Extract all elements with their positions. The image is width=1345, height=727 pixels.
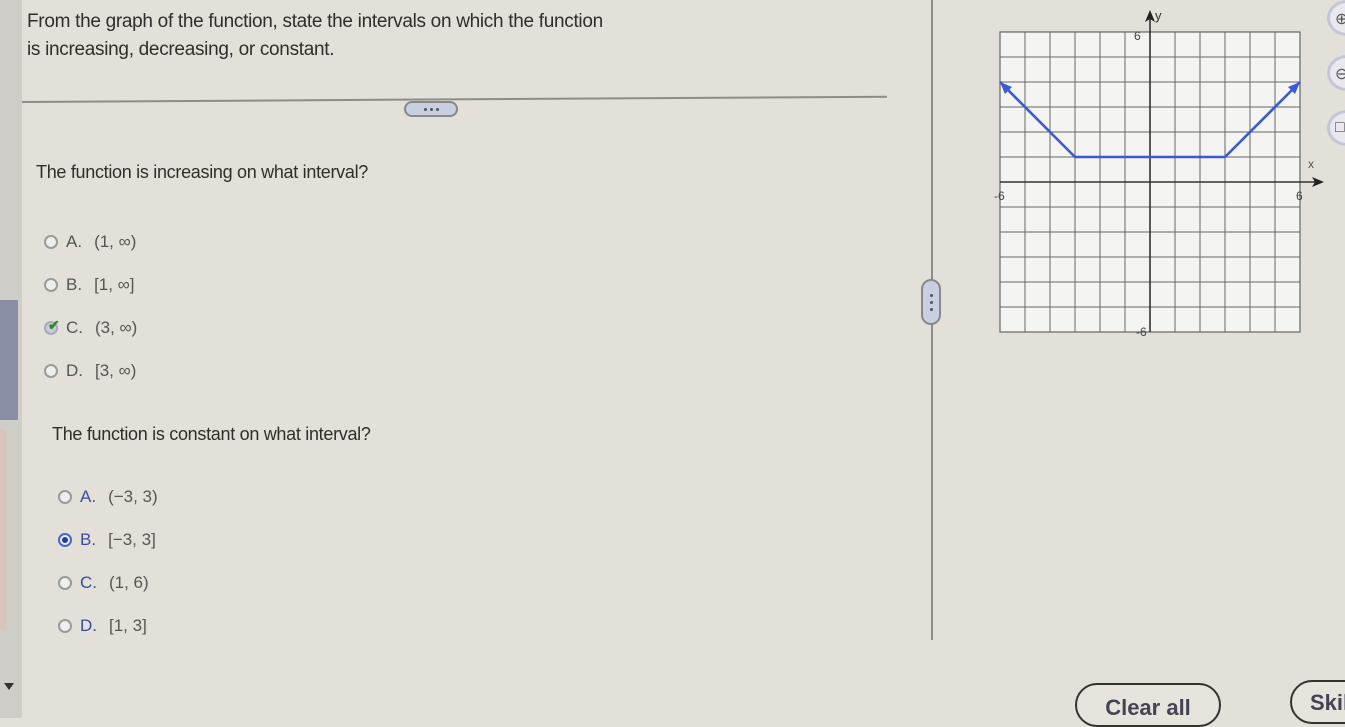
option-letter: B.	[66, 274, 83, 294]
option-b[interactable]: B. [1, ∞]	[44, 263, 137, 306]
option-value: [1, 3]	[109, 615, 147, 635]
question-constant: The function is constant on what interva…	[52, 424, 371, 444]
y-max-tick-label: 6	[1134, 29, 1141, 43]
option-c[interactable]: C. (1, 6)	[58, 561, 158, 604]
dot-icon	[429, 107, 433, 111]
zoom-out-icon: ⊖	[1335, 66, 1345, 83]
sidebar-highlight	[0, 300, 18, 420]
radio-button[interactable]	[58, 489, 72, 504]
y-min-tick-label: -6	[1136, 325, 1147, 339]
radio-button[interactable]	[44, 234, 58, 249]
expand-prompt-button[interactable]	[404, 101, 458, 117]
option-b[interactable]: B. [−3, 3]	[58, 518, 158, 561]
option-a[interactable]: A. (1, ∞)	[44, 220, 137, 263]
skip-button[interactable]: Skil	[1290, 680, 1345, 724]
x-axis-label: x	[1308, 157, 1314, 171]
resize-panel-handle[interactable]	[921, 279, 941, 325]
left-sidebar-strip	[0, 0, 22, 718]
prompt-line-2: is increasing, decreasing, or constant.	[27, 39, 335, 60]
sidebar-accent	[0, 430, 6, 630]
dot-icon	[929, 307, 933, 311]
option-value: (−3, 3)	[108, 486, 158, 506]
option-letter: D.	[80, 615, 97, 635]
option-value: [3, ∞)	[95, 360, 137, 380]
increasing-options: A. (1, ∞) B. [1, ∞] ✔ C. (3, ∞) D. [3, ∞…	[44, 220, 137, 392]
option-letter: C.	[66, 317, 83, 337]
x-max-tick-label: 6	[1296, 189, 1303, 203]
problem-prompt: From the graph of the function, state th…	[27, 8, 747, 64]
option-c[interactable]: ✔ C. (3, ∞)	[44, 306, 137, 349]
option-value: (1, ∞)	[94, 231, 137, 251]
prompt-line-1: From the graph of the function, state th…	[27, 11, 603, 32]
question-increasing: The function is increasing on what inter…	[36, 162, 368, 182]
clear-all-button[interactable]: Clear all	[1075, 683, 1221, 727]
option-value: (3, ∞)	[95, 317, 138, 337]
scroll-down-arrow-icon[interactable]	[4, 683, 14, 690]
correct-check-icon: ✔	[48, 316, 60, 333]
zoom-in-icon: ⊕	[1335, 11, 1345, 28]
radio-button[interactable]	[44, 277, 58, 292]
constant-options: A. (−3, 3) B. [−3, 3] C. (1, 6) D. [1, 3…	[58, 475, 158, 647]
option-letter: A.	[80, 486, 97, 506]
dot-icon	[423, 107, 427, 111]
option-letter: C.	[80, 572, 97, 592]
option-value: (1, 6)	[109, 572, 149, 592]
function-graph: y x 6 -6 -6 6	[990, 0, 1345, 360]
option-value: [−3, 3]	[108, 529, 156, 549]
y-axis-label: y	[1155, 8, 1162, 23]
dot-icon	[435, 107, 439, 111]
graph-svg: y x 6 -6 -6 6	[994, 8, 1324, 339]
radio-button[interactable]	[58, 618, 72, 633]
dot-icon	[929, 293, 933, 297]
option-letter: D.	[66, 360, 83, 380]
option-letter: B.	[80, 529, 97, 549]
option-a[interactable]: A. (−3, 3)	[58, 475, 158, 518]
radio-button-checked[interactable]: ✔	[44, 317, 60, 335]
option-letter: A.	[66, 231, 83, 251]
option-value: [1, ∞]	[94, 274, 135, 294]
option-d[interactable]: D. [3, ∞)	[44, 349, 137, 392]
option-d[interactable]: D. [1, 3]	[58, 604, 158, 647]
dot-icon	[929, 300, 933, 304]
radio-button[interactable]	[58, 575, 72, 590]
radio-button[interactable]	[44, 363, 58, 378]
expand-icon: □	[1335, 119, 1345, 136]
radio-button-selected[interactable]	[58, 532, 72, 547]
x-min-tick-label: -6	[994, 189, 1005, 203]
